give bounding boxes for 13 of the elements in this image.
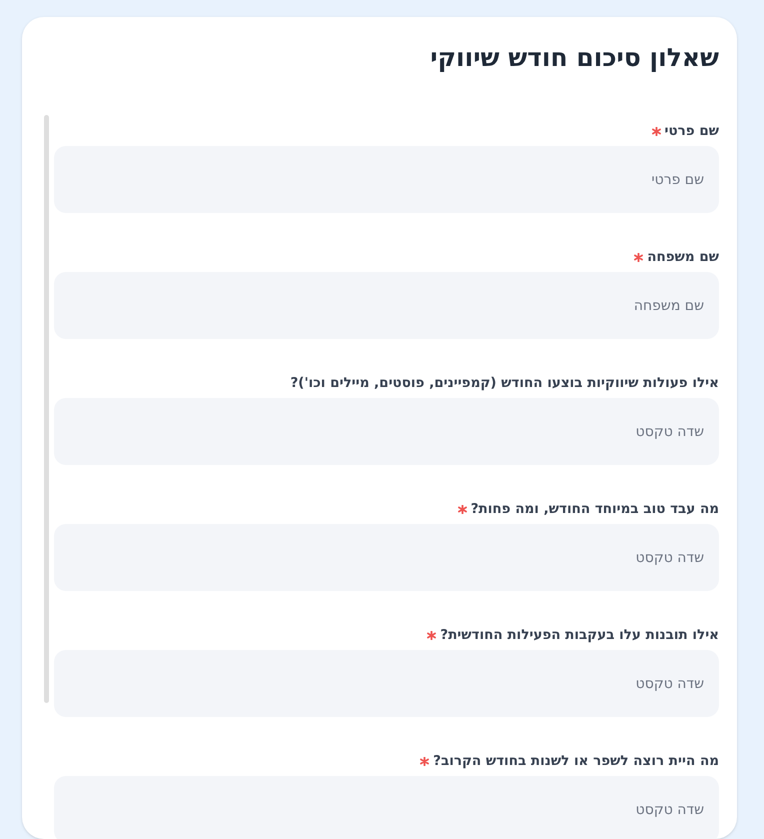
text-input-field[interactable]: שדה טקסט [54,650,719,717]
text-input-field[interactable]: שדה טקסט [54,776,719,839]
question-label: מה עבד טוב במיוחד החודש, ומה פחות? [470,501,719,518]
question-label: שם פרטי [664,123,719,140]
text-input-field[interactable]: שם משפחה [54,272,719,339]
form-title: שאלון סיכום חודש שיווקי [429,43,719,73]
text-input-field[interactable]: שדה טקסט [54,398,719,465]
text-input-field[interactable]: שם פרטי [54,146,719,213]
question-label: שם משפחה [647,249,719,266]
question-label: אילו תובנות עלו בעקבות הפעילות החודשית? [440,627,719,644]
question-label: אילו פעולות שיווקיות בוצעו החודש (קמפיינים, פוסטים, מיילים וכו')? [290,375,719,392]
text-input-field[interactable]: שדה טקסט [54,524,719,591]
question-label: מה היית רוצה לשפר או לשנות בחודש הקרוב? [433,753,719,770]
